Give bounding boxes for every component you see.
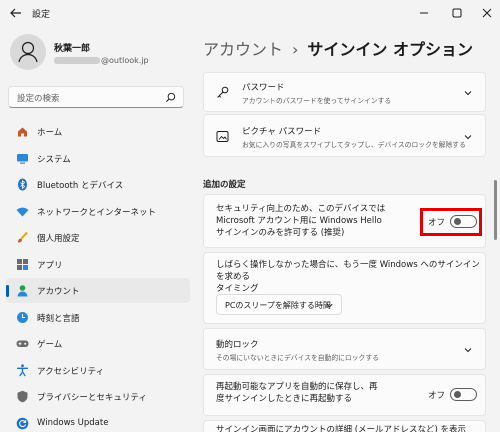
nav-item-home[interactable]: ホーム (6, 119, 190, 144)
nav-item-accessibility[interactable]: アクセシビリティ (6, 358, 190, 383)
clock-globe-icon (17, 311, 28, 323)
home-icon (18, 127, 27, 137)
text-line: 度サインインしたときに再起動する (216, 394, 353, 404)
toggle-state-label: オフ (428, 391, 446, 401)
restart-apps-description: 再起動可能なアプリを自動的に保存し、再 度サインインしたときに再起動する (216, 381, 378, 405)
title-bar: 設定 (0, 0, 500, 26)
user-email: @outlook.jp (54, 56, 149, 65)
nav-item-accounts[interactable]: アカウント (6, 278, 190, 303)
nav-item-label: ホーム (37, 128, 63, 138)
dropdown-selected-value: PCのスリープを解除する時間 (225, 301, 331, 310)
avatar (10, 34, 46, 70)
chevron-down-icon[interactable] (463, 132, 473, 142)
restart-apps-toggle[interactable] (450, 388, 477, 401)
nav-item-label: 個人用設定 (37, 234, 80, 244)
nav-item-label: ゲーム (37, 340, 63, 350)
account-icon (17, 285, 28, 297)
nav-item-personalization[interactable]: 個人用設定 (6, 225, 190, 250)
apps-icon (17, 258, 28, 270)
picture-icon (216, 131, 229, 142)
minimize-icon[interactable] (417, 6, 431, 20)
email-domain: @outlook.jp (101, 56, 149, 65)
brush-icon (18, 231, 28, 243)
app-title: 設定 (32, 10, 51, 20)
gamepad-icon (16, 340, 29, 347)
additional-settings-heading: 追加の設定 (203, 180, 246, 190)
close-icon[interactable] (480, 6, 494, 20)
nav-item-gaming[interactable]: ゲーム (6, 331, 190, 356)
settings-search-box[interactable]: 設定の検索 (8, 86, 184, 108)
breadcrumb-parent[interactable]: アカウント (203, 40, 283, 59)
nav-item-privacy[interactable]: プライバシーとセキュリティ (6, 384, 190, 409)
text-line: しばらく操作しなかった場合に、もう一度 Windows へのサインインを求める (216, 260, 480, 282)
nav-item-label: ネットワークとインターネット (37, 207, 157, 218)
selection-indicator (6, 285, 9, 297)
nav-item-bluetooth[interactable]: Bluetooth とデバイス (6, 172, 190, 197)
back-arrow-icon[interactable] (8, 5, 24, 21)
hello-only-description: セキュリティ向上のため、このデバイスでは Microsoft アカウント用に W… (216, 203, 385, 239)
nav-item-network[interactable]: ネットワークとインターネット (6, 199, 190, 224)
shield-icon (17, 390, 28, 403)
nav-item-label: Bluetooth とデバイス (37, 181, 124, 191)
require-signin-description: しばらく操作しなかった場合に、もう一度 Windows へのサインインを求める … (216, 259, 485, 295)
nav-item-label: Windows Update (37, 417, 109, 428)
nav-item-label: 時刻と言語 (37, 313, 80, 324)
dynamic-lock-card[interactable]: 動的ロック その場にいないときにデバイスを自動的にロックする (203, 328, 486, 370)
picture-password-card[interactable]: ピクチャ パスワード お気に入りの写真をスワイプしてタップし、デバイスのロックを… (203, 114, 486, 157)
maximize-icon[interactable] (450, 6, 464, 20)
person-icon (18, 41, 38, 63)
key-icon (217, 86, 229, 98)
card-description: お気に入りの写真をスワイプしてタップし、デバイスのロックを解除する (242, 141, 466, 149)
wifi-icon (16, 207, 29, 216)
chevron-down-icon (326, 303, 333, 308)
sidebar-nav: ホーム システム Bluetooth とデバイス ネットワークとインターネット … (6, 119, 190, 432)
scrollbar-thumb[interactable] (494, 180, 497, 240)
bluetooth-icon (18, 178, 27, 191)
toggle-state-label: オフ (428, 218, 446, 228)
nav-item-apps[interactable]: アプリ (6, 252, 190, 277)
nav-item-label: プライバシーとセキュリティ (37, 393, 147, 403)
account-details-card: サインイン画面にアカウントの詳細 (メールアドレスなど) を表示 (203, 420, 486, 432)
toggle-knob (454, 218, 461, 225)
card-title: 動的ロック (216, 340, 259, 350)
toggle-knob (454, 391, 461, 398)
email-redaction (54, 57, 100, 64)
system-icon (17, 153, 28, 164)
nav-item-label: アプリ (37, 260, 63, 271)
card-title: パスワード (242, 83, 285, 93)
nav-item-system[interactable]: システム (6, 146, 190, 171)
search-icon[interactable] (165, 92, 176, 103)
breadcrumb-separator: › (292, 40, 299, 59)
text-line: Microsoft アカウント用に Windows Hello (216, 216, 382, 226)
nav-item-label: アクセシビリティ (37, 366, 105, 377)
account-details-text: サインイン画面にアカウントの詳細 (メールアドレスなど) を表示 (216, 425, 467, 432)
text-line: 再起動可能なアプリを自動的に保存し、再 (216, 382, 378, 392)
card-description: その場にいないときにデバイスを自動的にロックする (216, 354, 379, 362)
breadcrumb: アカウント › サインイン オプション (203, 36, 473, 60)
nav-item-windows-update[interactable]: Windows Update (6, 411, 190, 432)
card-title: ピクチャ パスワード (242, 127, 322, 137)
text-line: セキュリティ向上のため、このデバイスでは (216, 204, 386, 214)
accessibility-icon (17, 363, 28, 376)
update-icon (16, 417, 29, 429)
restart-apps-card: 再起動可能なアプリを自動的に保存し、再 度サインインしたときに再起動する オフ (203, 374, 486, 416)
nav-item-label: システム (37, 154, 71, 165)
hello-only-toggle[interactable] (450, 215, 477, 228)
search-placeholder: 設定の検索 (17, 94, 60, 104)
password-card[interactable]: パスワード アカウントのパスワードを使ってサインインする (203, 72, 486, 112)
nav-item-time-language[interactable]: 時刻と言語 (6, 305, 190, 330)
card-description: アカウントのパスワードを使ってサインインする (242, 97, 392, 105)
chevron-down-icon[interactable] (463, 88, 473, 98)
chevron-down-icon[interactable] (463, 345, 473, 355)
highlight-box: オフ (420, 208, 482, 236)
text-line: サインインのみを許可する (推奨) (216, 228, 345, 238)
require-signin-dropdown[interactable]: PCのスリープを解除する時間 (216, 294, 342, 315)
nav-item-label: アカウント (37, 287, 80, 297)
page-title: サインイン オプション (307, 40, 473, 59)
user-name: 秋葉一郎 (54, 44, 91, 54)
